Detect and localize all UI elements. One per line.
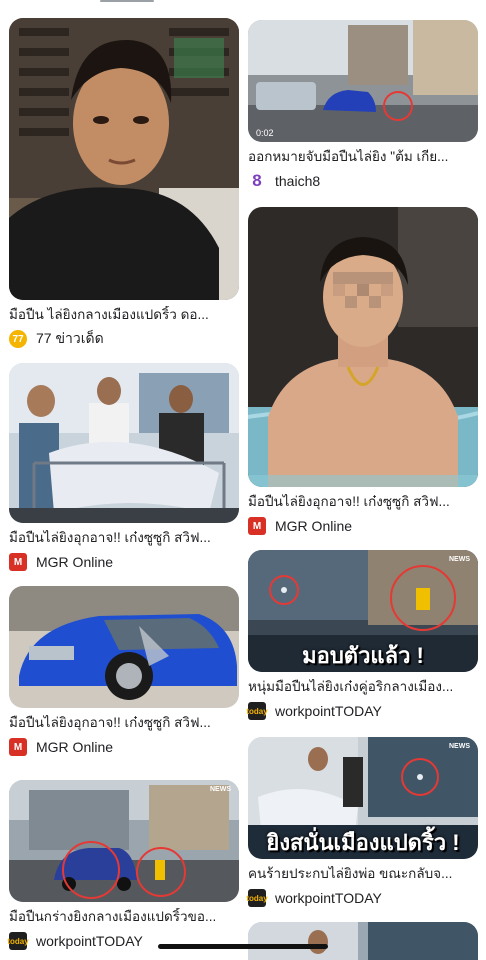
image-result-card[interactable]: มือปืนไล่ยิงอุกอาจ!! เก๋งซูซูกิ สวิฟ... … (9, 586, 239, 756)
image-result-card[interactable]: NEWS มอบตัวแล้ว ! หนุ่มมือปืนไล่ยิงเก๋งค… (246, 550, 478, 720)
image-result-card[interactable]: 0:02 ออกหมายจับมือปืนไล่ยิง "ต้ม เกีย...… (248, 20, 478, 190)
news-tag: NEWS (449, 556, 470, 563)
cctv-street-photo (248, 20, 478, 142)
result-caption[interactable]: ออกหมายจับมือปืนไล่ยิง "ต้ม เกีย... (248, 148, 478, 166)
source-name: MGR Online (36, 554, 114, 570)
result-source[interactable]: 8 thaich8 (248, 171, 478, 190)
result-source[interactable]: 77 77 ข่าวเด็ด (9, 330, 239, 348)
result-source[interactable]: today workpointTODAY (246, 702, 478, 720)
source-logo-icon: M (9, 738, 27, 756)
result-thumbnail[interactable] (9, 18, 239, 300)
tab-indicator (100, 0, 154, 2)
top-bar (0, 0, 486, 12)
pool-portrait-photo (248, 207, 478, 487)
source-name: workpointTODAY (36, 933, 143, 949)
video-duration: 0:02 (256, 128, 274, 138)
source-name: MGR Online (275, 518, 353, 534)
result-source[interactable]: M MGR Online (9, 738, 239, 756)
result-caption[interactable]: มือปืน ไล่ยิงกลางเมืองแปดริ้ว ดอ... (9, 306, 239, 324)
source-name: workpointTODAY (275, 703, 382, 719)
result-caption[interactable]: มือปืนไล่ยิงอุกอาจ!! เก๋งซูซูกิ สวิฟ... (248, 493, 478, 511)
portrait-photo (9, 18, 239, 300)
image-result-card[interactable]: NEWS มือปืนกร่างยิงกลางเมืองแปดริ้วขอ...… (7, 780, 239, 950)
result-thumbnail[interactable]: NEWS ยิงสนั่นเมืองแปดริ้ว ! (248, 737, 478, 859)
result-caption[interactable]: มือปืนไล่ยิงอุกอาจ!! เก๋งซูซูกิ สวิฟ... (9, 714, 239, 732)
result-caption[interactable]: มือปืนกร่างยิงกลางเมืองแปดริ้วขอ... (9, 908, 239, 926)
result-thumbnail[interactable]: NEWS มอบตัวแล้ว ! (248, 550, 478, 672)
result-caption[interactable]: คนร้ายประกบไล่ยิงพ่อ ขณะกลับจ... (248, 865, 478, 883)
image-result-card[interactable]: มือปืนไล่ยิงอุกอาจ!! เก๋งซูซูกิ สวิฟ... … (9, 363, 239, 571)
home-indicator[interactable] (158, 944, 328, 949)
news-tag: NEWS (449, 743, 470, 750)
damaged-car-photo (9, 586, 239, 708)
result-thumbnail[interactable] (248, 922, 478, 960)
overlay-headline: ยิงสนั่นเมืองแปดริ้ว ! (266, 830, 460, 855)
source-logo-icon: today (246, 702, 268, 720)
source-name: MGR Online (36, 739, 114, 755)
result-source[interactable]: M MGR Online (9, 553, 239, 571)
result-thumbnail[interactable] (9, 363, 239, 523)
result-thumbnail[interactable] (9, 586, 239, 708)
result-source[interactable]: today workpointTODAY (246, 889, 478, 907)
result-thumbnail[interactable]: NEWS (9, 780, 239, 902)
source-logo-icon: today (246, 889, 268, 907)
source-logo-icon: today (7, 932, 29, 950)
source-name: 77 ข่าวเด็ด (36, 330, 104, 346)
news-tag: NEWS (210, 786, 231, 793)
image-result-card[interactable]: มือปืน ไล่ยิงกลางเมืองแปดริ้ว ดอ... 77 7… (9, 18, 239, 348)
source-logo-icon: 77 (9, 330, 27, 348)
image-result-card[interactable] (248, 922, 478, 960)
result-caption[interactable]: หนุ่มมือปืนไล่ยิงเก๋งคู่อริกลางเมือง... (248, 678, 478, 696)
source-logo-icon: 8 (252, 171, 262, 190)
street-scene-photo (9, 780, 239, 902)
source-name: workpointTODAY (275, 890, 382, 906)
result-caption[interactable]: มือปืนไล่ยิงอุกอาจ!! เก๋งซูซูกิ สวิฟ... (9, 529, 239, 547)
result-thumbnail[interactable] (248, 207, 478, 487)
source-logo-icon: M (9, 553, 27, 571)
overlay-headline: มอบตัวแล้ว ! (302, 643, 424, 668)
hospital-photo (9, 363, 239, 523)
source-name: thaich8 (275, 173, 321, 189)
image-result-card[interactable]: NEWS ยิงสนั่นเมืองแปดริ้ว ! คนร้ายประกบไ… (246, 737, 478, 907)
partial-photo (248, 922, 478, 960)
source-logo-icon: M (248, 517, 266, 535)
result-source[interactable]: M MGR Online (248, 517, 478, 535)
result-thumbnail[interactable]: 0:02 (248, 20, 478, 142)
image-result-card[interactable]: มือปืนไล่ยิงอุกอาจ!! เก๋งซูซูกิ สวิฟ... … (248, 207, 478, 535)
